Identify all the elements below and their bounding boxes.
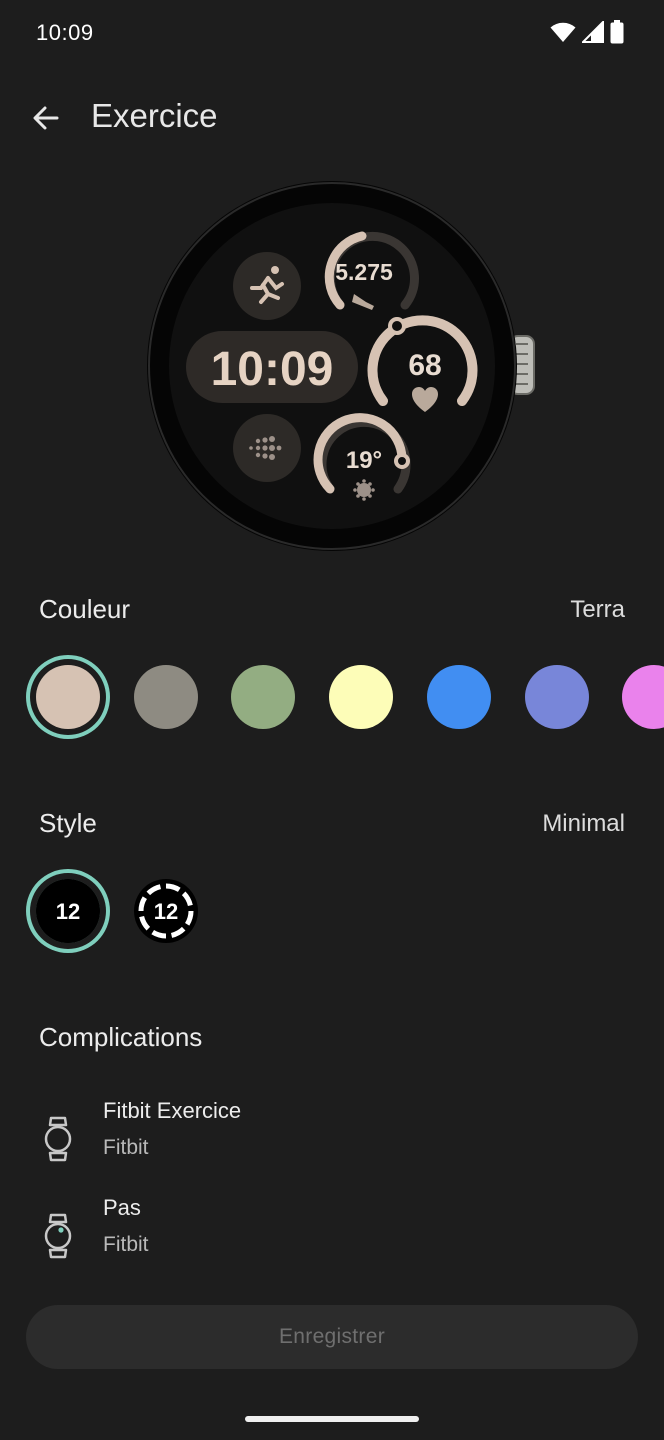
- signal-icon: [582, 21, 604, 43]
- watch-time: 10:09: [211, 343, 334, 396]
- style-option-label: 12: [56, 899, 80, 924]
- temperature-value: 19°: [346, 447, 382, 474]
- style-option-segmented[interactable]: 12: [134, 879, 198, 943]
- color-swatch[interactable]: [525, 665, 589, 729]
- watch-face: 5.275 10:09 68 19°: [147, 181, 535, 551]
- watch-icon: [44, 1213, 72, 1259]
- status-icons: [550, 20, 624, 44]
- color-swatch[interactable]: [231, 665, 295, 729]
- page-title: Exercice: [91, 97, 218, 134]
- steps-value: 5.275: [335, 259, 393, 285]
- heart-rate-value: 68: [408, 349, 441, 382]
- complication-item-fitbit-exercise[interactable]: Fitbit Exercice Fitbit: [0, 1098, 664, 1188]
- color-swatch[interactable]: [36, 665, 100, 729]
- watch-icon: [44, 1116, 72, 1162]
- complications-section-label: Complications: [39, 1022, 203, 1052]
- watch-preview: 5.275 10:09 68 19°: [140, 176, 540, 556]
- color-swatch[interactable]: [329, 665, 393, 729]
- save-button[interactable]: Enregistrer: [26, 1305, 638, 1369]
- exercise-complication: [233, 252, 301, 320]
- complication-title: Pas: [103, 1195, 141, 1220]
- style-option-minimal[interactable]: 12: [36, 879, 100, 943]
- arrow-left-icon: [33, 106, 59, 130]
- back-button[interactable]: [24, 96, 68, 140]
- color-section-label: Couleur: [39, 594, 131, 624]
- complication-item-steps[interactable]: Pas Fitbit: [0, 1195, 664, 1285]
- complication-subtitle: Fitbit: [103, 1136, 149, 1159]
- screen: 10:09 Exercice 5.275 10:09 68 19° Couleu…: [0, 0, 664, 1440]
- style-section-label: Style: [39, 808, 97, 838]
- color-swatch[interactable]: [134, 665, 198, 729]
- color-section-value: Terra: [570, 596, 625, 623]
- style-option-label: 12: [154, 899, 178, 924]
- status-time: 10:09: [36, 20, 94, 45]
- color-swatch[interactable]: [622, 665, 664, 729]
- battery-icon: [610, 20, 624, 44]
- color-swatch[interactable]: [427, 665, 491, 729]
- complication-title: Fitbit Exercice: [103, 1098, 242, 1123]
- wifi-icon: [550, 22, 576, 42]
- home-indicator[interactable]: [245, 1416, 419, 1422]
- complication-subtitle: Fitbit: [103, 1233, 149, 1256]
- style-section-value: Minimal: [542, 810, 625, 837]
